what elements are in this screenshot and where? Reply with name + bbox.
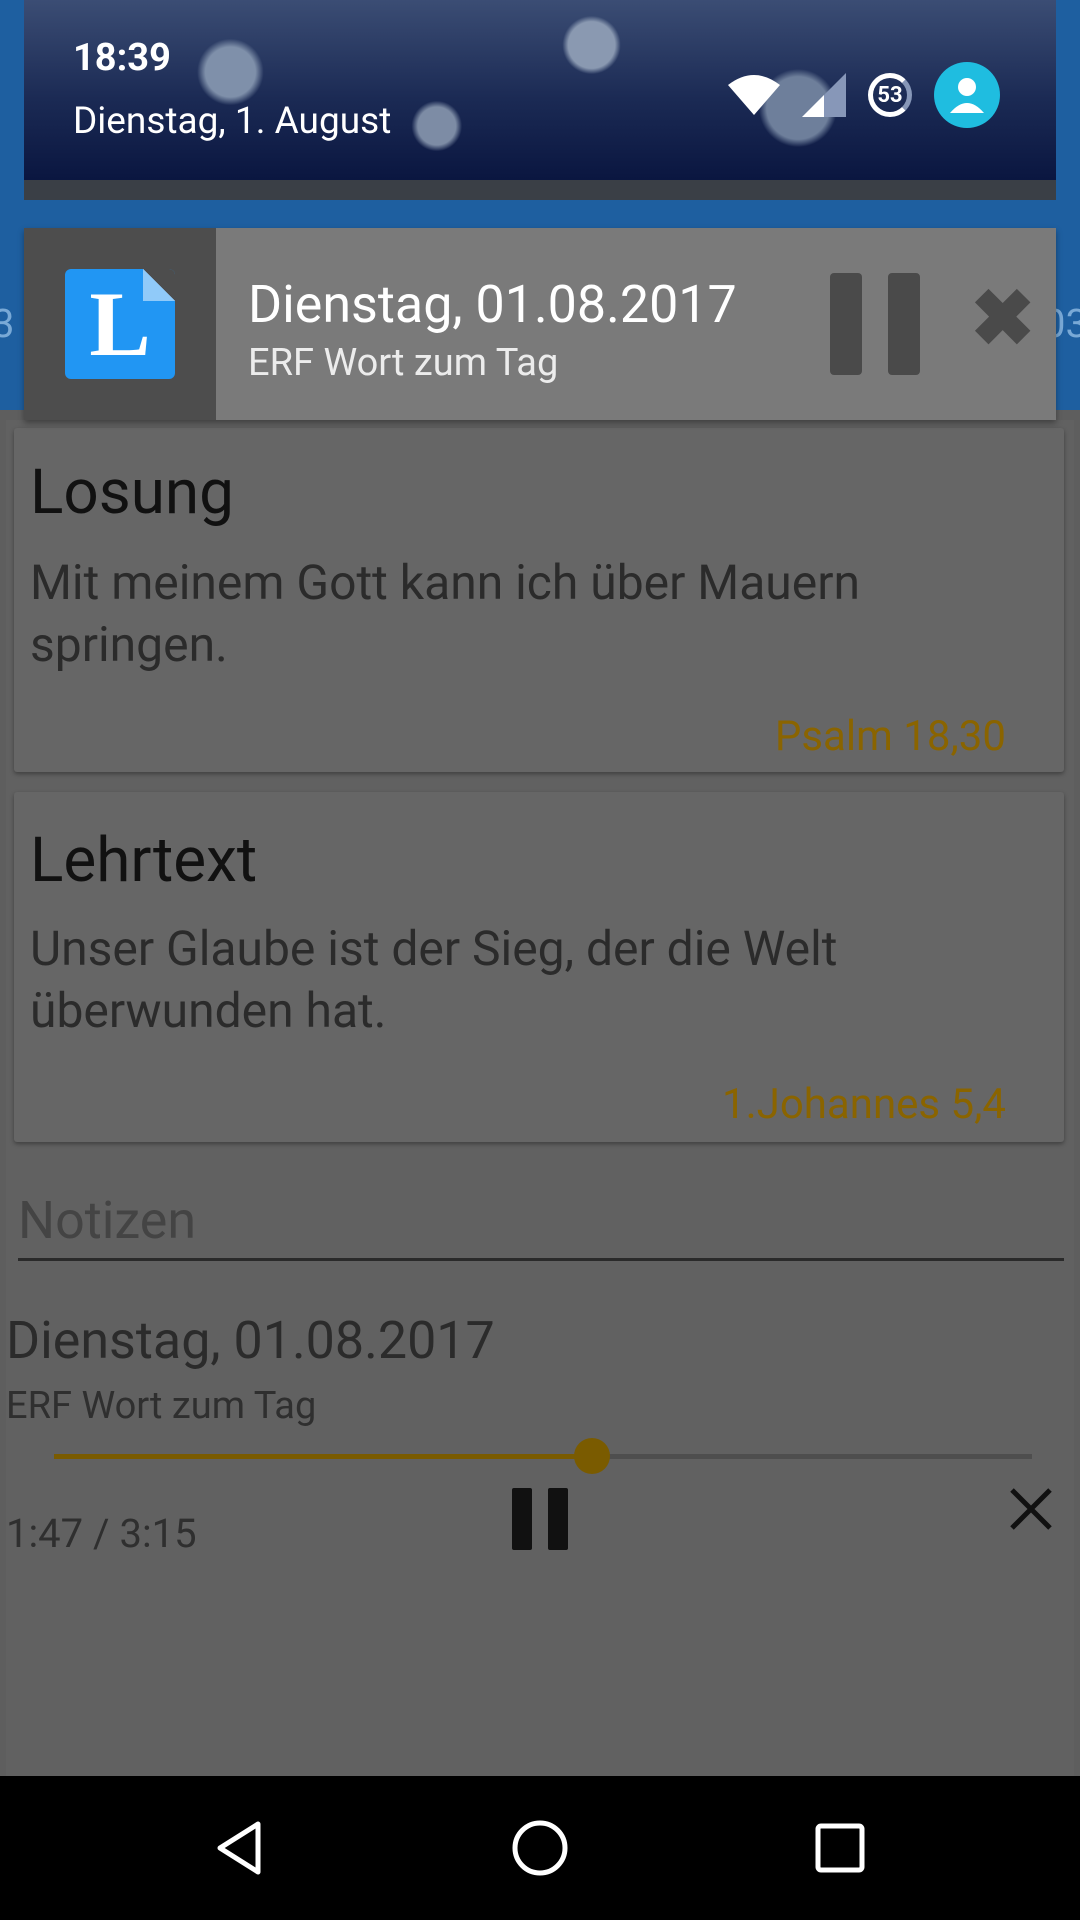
close-icon[interactable]: ✖ (970, 281, 1035, 359)
media-notification[interactable]: L Dienstag, 01.08.2017 ERF Wort zum Tag … (24, 228, 1056, 420)
notes-underline (18, 1258, 1064, 1261)
seek-bar[interactable] (54, 1438, 1032, 1474)
account-icon[interactable] (934, 62, 1000, 128)
quick-status-icons: 53 (728, 62, 1000, 128)
losung-title: Losung (30, 456, 234, 529)
lehrtext-title: Lehrtext (30, 824, 258, 897)
notification-subtitle: ERF Wort zum Tag (248, 341, 559, 385)
notification-shade-header: 18:39 Dienstag, 1. August 53 (24, 0, 1056, 200)
back-icon[interactable] (210, 1818, 270, 1878)
lehrtext-text: Unser Glaube ist der Sieg, der die Welt … (30, 920, 838, 1039)
app-content: Losung Mit meinem Gott kann ich über Mau… (6, 420, 1074, 1776)
seek-thumb[interactable] (573, 1438, 610, 1474)
recents-icon[interactable] (810, 1818, 870, 1878)
notes-field[interactable]: Notizen (18, 1190, 196, 1251)
losung-card: Losung Mit meinem Gott kann ich über Mau… (14, 428, 1064, 772)
date[interactable]: Dienstag, 1. August (73, 100, 391, 143)
losung-text: Mit meinem Gott kann ich über Mauern spr… (30, 554, 860, 673)
notification-title: Dienstag, 01.08.2017 (248, 274, 737, 335)
losung-reference[interactable]: Psalm 18,30 (775, 712, 1006, 761)
player-subtitle: ERF Wort zum Tag (6, 1384, 317, 1428)
app-icon: L (65, 269, 175, 379)
close-icon[interactable] (1006, 1484, 1056, 1534)
lehrtext-reference[interactable]: 1.Johannes 5,4 (722, 1080, 1006, 1129)
notification-app-icon-area: L (24, 228, 216, 420)
notification-text: Dienstag, 01.08.2017 ERF Wort zum Tag (248, 274, 737, 385)
pause-icon[interactable] (830, 273, 920, 375)
pause-icon[interactable] (512, 1488, 568, 1550)
clock: 18:39 (73, 36, 171, 80)
lehrtext-card: Lehrtext Unser Glaube ist der Sieg, der … (14, 792, 1064, 1142)
home-icon[interactable] (510, 1818, 570, 1878)
battery-icon: 53 (868, 73, 912, 117)
navigation-bar (0, 1776, 1080, 1920)
player-time: 1:47 / 3:15 (6, 1510, 197, 1557)
wifi-icon (728, 75, 780, 115)
player-title: Dienstag, 01.08.2017 (6, 1310, 495, 1371)
signal-icon (802, 73, 846, 117)
background-edge-text-left: 3 (0, 300, 15, 347)
seek-progress (54, 1454, 592, 1459)
